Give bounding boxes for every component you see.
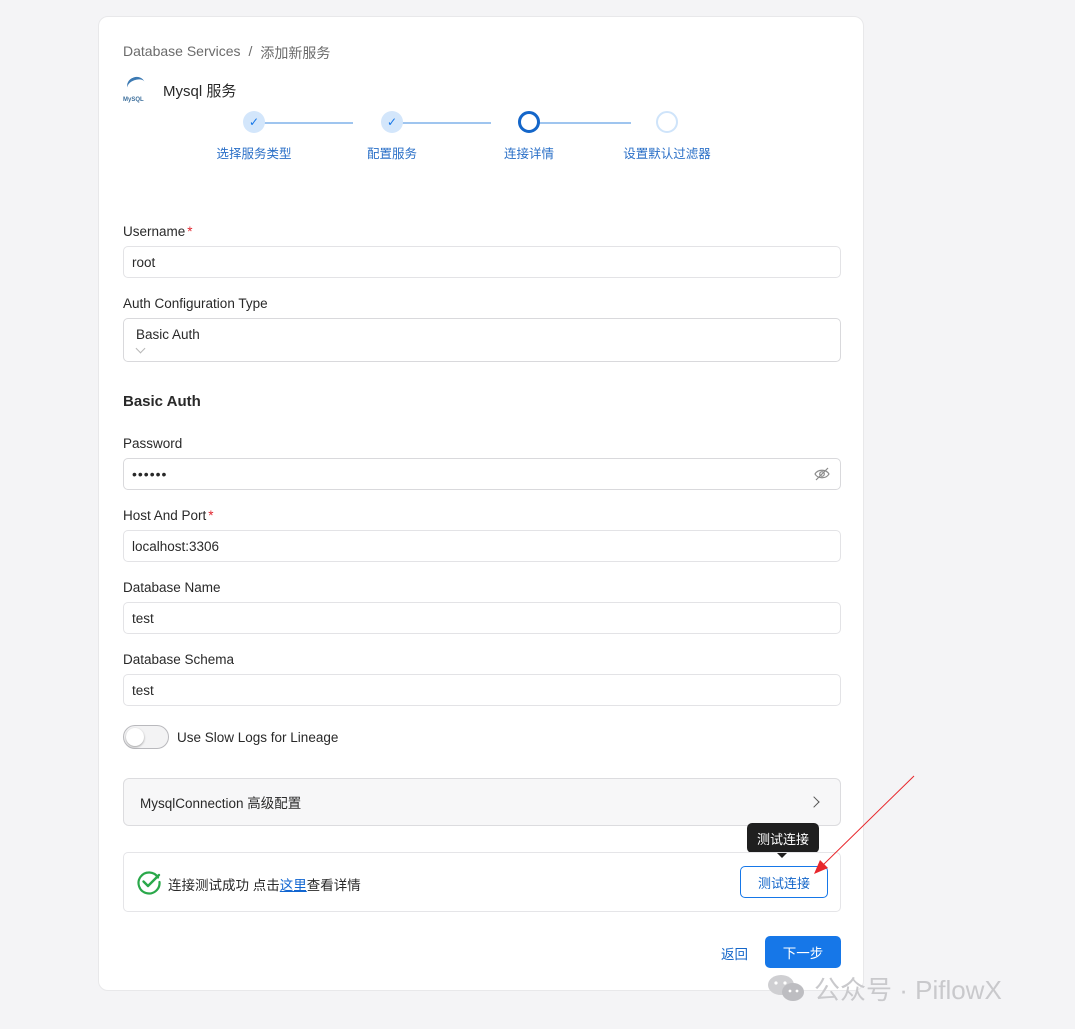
- password-label: Password: [123, 436, 183, 451]
- username-input[interactable]: root: [123, 246, 841, 278]
- step-label: 连接详情: [503, 147, 554, 161]
- service-header: MySQL Mysql 服务: [123, 74, 237, 103]
- section-title: Basic Auth: [123, 393, 201, 410]
- connection-test-panel: 连接测试成功 点击这里查看详情 测试连接: [123, 852, 841, 912]
- breadcrumb-root-link[interactable]: Database Services: [123, 43, 241, 63]
- database-schema-label: Database Schema: [123, 652, 235, 667]
- step-select-service-type: ✓ 选择服务类型: [194, 111, 314, 162]
- step-configure-service: ✓ 配置服务: [332, 111, 452, 162]
- eye-off-icon[interactable]: [814, 467, 830, 481]
- chevron-down-icon: [135, 343, 146, 354]
- database-schema-input[interactable]: test: [123, 674, 841, 706]
- step-label: 选择服务类型: [216, 147, 292, 161]
- wechat-logo-icon: [768, 975, 804, 1001]
- step-default-filters: 设置默认过滤器: [607, 111, 727, 162]
- check-icon: ✓: [381, 111, 403, 133]
- watermark: 公众号 · PiflowX: [766, 966, 1002, 1010]
- back-button[interactable]: 返回: [721, 943, 748, 963]
- slow-logs-label: Use Slow Logs for Lineage: [177, 730, 339, 745]
- advanced-config-collapse[interactable]: MysqlConnection 高级配置: [123, 778, 841, 826]
- service-form-card: Database Services / 添加新服务 MySQL Mysql 服务…: [98, 16, 864, 991]
- check-icon: ✓: [243, 111, 265, 133]
- step-connection-details: 连接详情: [469, 111, 589, 162]
- auth-config-type-value: Basic Auth: [136, 327, 200, 342]
- test-success-message: 连接测试成功 点击这里查看详情: [168, 878, 361, 893]
- step-label: 设置默认过滤器: [623, 147, 711, 161]
- breadcrumb-separator: /: [248, 43, 253, 59]
- database-name-label: Database Name: [123, 580, 221, 595]
- advanced-config-label: MysqlConnection 高级配置: [140, 796, 302, 811]
- database-name-input[interactable]: test: [123, 602, 841, 634]
- auth-config-type-label: Auth Configuration Type: [123, 296, 268, 311]
- breadcrumb: Database Services / 添加新服务: [123, 43, 330, 63]
- active-step-circle-icon: [518, 111, 540, 133]
- stepper: ✓ 选择服务类型 ✓ 配置服务 连接详情 设置默认过滤器: [216, 111, 739, 171]
- toggle-knob: [126, 728, 144, 746]
- annotation-arrow-icon: [814, 775, 915, 874]
- breadcrumb-current: 添加新服务: [260, 45, 331, 61]
- step-label: 配置服务: [366, 147, 417, 161]
- pending-step-circle-icon: [656, 111, 678, 133]
- host-port-label: Host And Port *: [123, 508, 214, 523]
- next-step-button[interactable]: 下一步: [765, 936, 841, 968]
- auth-config-type-select[interactable]: Basic Auth: [123, 318, 841, 362]
- host-port-input[interactable]: localhost:3306: [123, 530, 841, 562]
- watermark-text: 公众号 · PiflowX: [814, 974, 1002, 1005]
- mysql-logo-icon: MySQL: [123, 74, 149, 103]
- success-check-icon: [137, 871, 161, 895]
- slow-logs-toggle[interactable]: [123, 725, 169, 749]
- username-label: Username *: [123, 224, 193, 239]
- service-title: Mysql 服务: [163, 82, 237, 100]
- password-input[interactable]: ••••••: [123, 458, 841, 490]
- details-link[interactable]: 这里: [280, 878, 307, 893]
